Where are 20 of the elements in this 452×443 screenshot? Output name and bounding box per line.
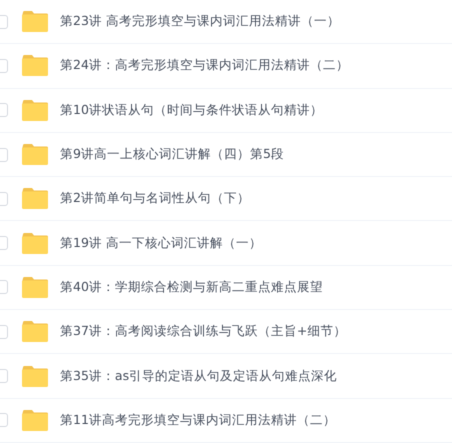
folder-name[interactable]: 第11讲高考完形填空与课内词汇用法精讲（二） (60, 412, 336, 429)
folder-icon (22, 11, 48, 32)
folder-icon (22, 144, 48, 166)
folder-icon (22, 55, 48, 76)
folder-name[interactable]: 第35讲：as引导的定语从句及定语从句难点深化 (60, 368, 338, 385)
folder-icon (22, 100, 48, 121)
folder-icon (22, 321, 48, 342)
folder-icon (22, 366, 48, 387)
folder-name[interactable]: 第19讲 高一下核心词汇讲解（一） (60, 234, 262, 252)
folder-name[interactable]: 第40讲：学期综合检测与新高二重点难点展望 (60, 278, 323, 296)
folder-icon (22, 410, 48, 431)
folder-name[interactable]: 第24讲：高考完形填空与课内词汇用法精讲（二） (60, 57, 349, 74)
folder-name[interactable]: 第10讲状语从句（时间与条件状语从句精讲） (60, 102, 323, 119)
folder-name[interactable]: 第9讲高一上核心词汇讲解（四）第5段 (60, 146, 284, 164)
folder-name[interactable]: 第2讲简单句与名词性从句（下） (60, 190, 250, 208)
folder-icon (22, 276, 48, 298)
folder-icon (22, 232, 48, 254)
folder-icon (22, 188, 48, 210)
folder-name[interactable]: 第37讲：高考阅读综合训练与飞跃（主旨+细节） (60, 323, 346, 340)
folder-name[interactable]: 第23讲 高考完形填空与课内词汇用法精讲（一） (60, 13, 340, 30)
